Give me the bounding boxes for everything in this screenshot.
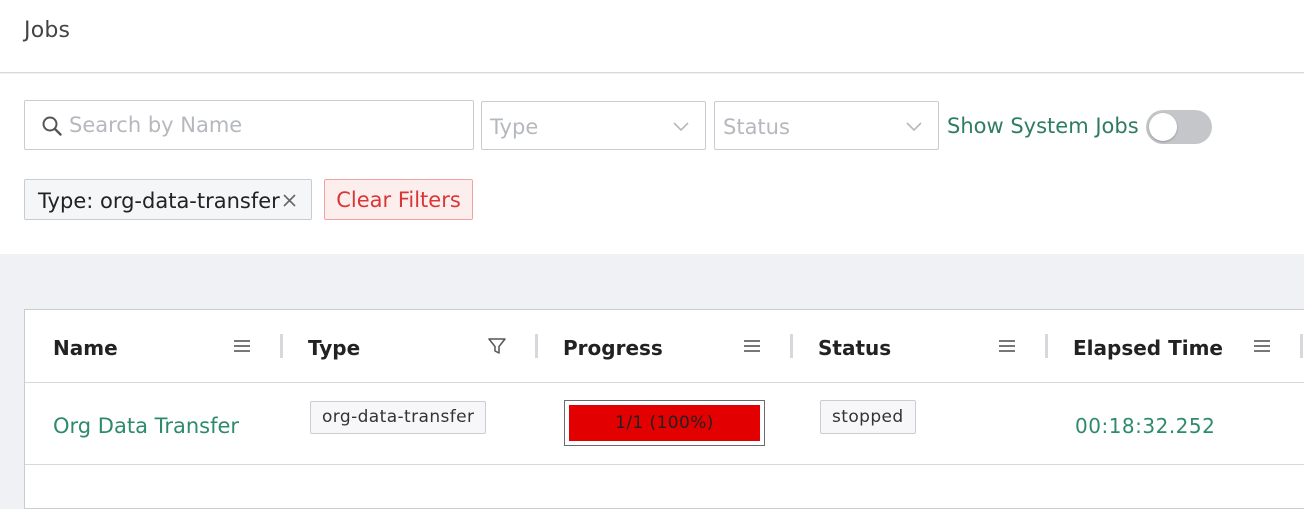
status-badge: stopped — [820, 400, 916, 434]
type-select-placeholder: Type — [490, 115, 539, 139]
elapsed-time: 00:18:32.252 — [1075, 414, 1216, 438]
column-header-elapsed-time: Elapsed Time — [1045, 310, 1304, 383]
column-separator[interactable] — [535, 334, 538, 358]
show-system-jobs-label: Show System Jobs — [947, 114, 1139, 138]
active-filter-chip: Type: org-data-transfer — [24, 179, 312, 220]
chevron-down-icon — [673, 122, 689, 132]
close-icon[interactable] — [282, 193, 297, 208]
chevron-down-icon — [906, 122, 922, 132]
menu-icon[interactable] — [233, 337, 251, 355]
column-label: Progress — [563, 336, 663, 360]
column-separator[interactable] — [1300, 334, 1303, 358]
column-header-status: Status — [790, 310, 1045, 383]
menu-icon[interactable] — [998, 337, 1016, 355]
column-separator[interactable] — [790, 334, 793, 358]
column-separator[interactable] — [280, 334, 283, 358]
table-row: Org Data Transfer org-data-transfer 1/1 … — [25, 383, 1304, 465]
column-label: Elapsed Time — [1073, 336, 1223, 360]
page-header: Jobs — [0, 0, 1304, 73]
column-label: Type — [308, 336, 361, 360]
job-name-link[interactable]: Org Data Transfer — [53, 414, 239, 438]
job-type-tag: org-data-transfer — [310, 401, 487, 434]
column-header-name: Name — [25, 310, 280, 383]
filters-bar: Type Status Show System Jobs Type: org-d… — [0, 74, 1304, 254]
column-header-progress: Progress — [535, 310, 790, 383]
toggle-knob — [1149, 113, 1177, 141]
jobs-table: Name Type Progress Status Elapsed Time O… — [24, 309, 1304, 509]
menu-icon[interactable] — [1253, 337, 1271, 355]
search-input[interactable] — [69, 109, 459, 141]
clear-filters-button[interactable]: Clear Filters — [324, 179, 473, 220]
show-system-jobs-toggle[interactable] — [1146, 110, 1212, 144]
filter-chip-label: Type: org-data-transfer — [38, 189, 280, 213]
page-title: Jobs — [24, 18, 71, 43]
progress-text: 1/1 (100%) — [615, 413, 714, 433]
menu-icon[interactable] — [743, 337, 761, 355]
type-select[interactable]: Type — [481, 101, 706, 150]
progress-bar: 1/1 (100%) — [564, 400, 765, 446]
status-select-placeholder: Status — [723, 115, 790, 139]
column-label: Name — [53, 336, 118, 360]
filter-icon[interactable] — [488, 337, 506, 355]
table-header: Name Type Progress Status Elapsed Time — [25, 310, 1304, 383]
status-select[interactable]: Status — [714, 101, 939, 150]
search-icon — [42, 116, 62, 136]
column-header-type: Type — [280, 310, 535, 383]
column-label: Status — [818, 336, 892, 360]
column-separator[interactable] — [1045, 334, 1048, 358]
search-box[interactable] — [24, 100, 474, 150]
